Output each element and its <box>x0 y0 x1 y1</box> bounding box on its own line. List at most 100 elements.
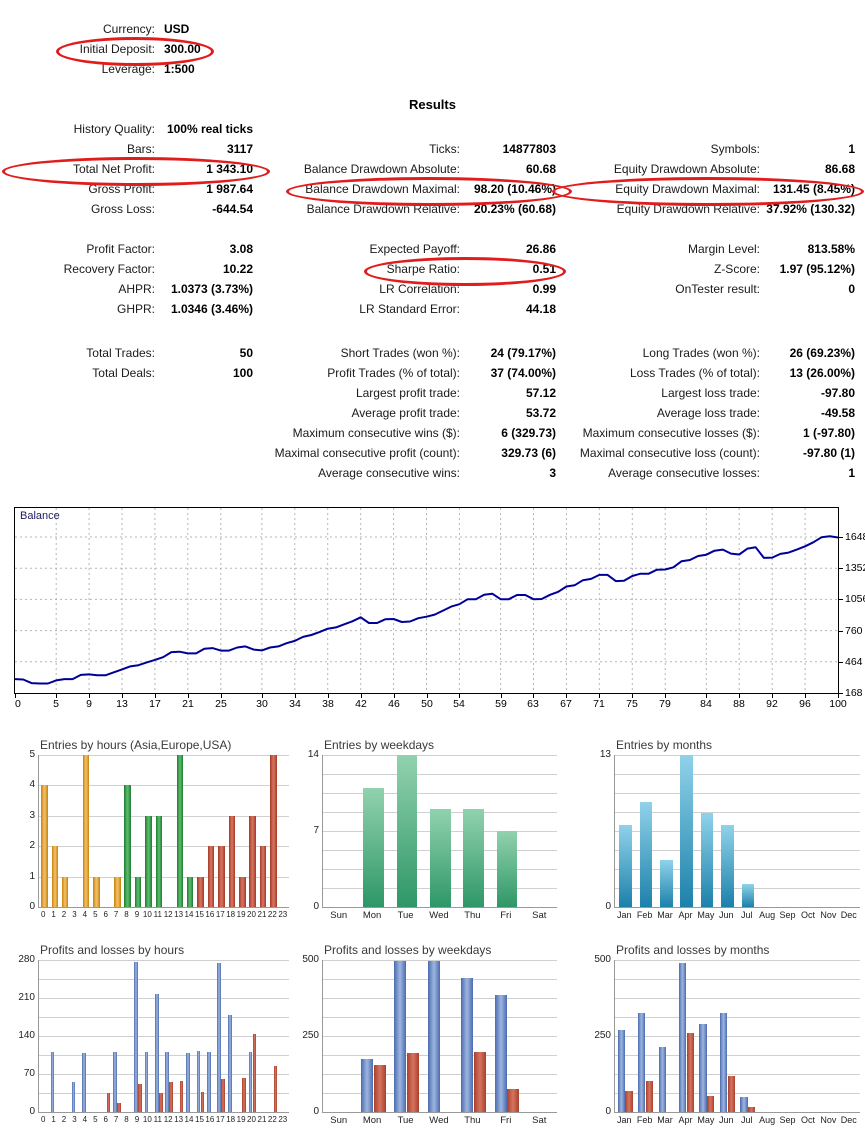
stat-value: 1 <box>848 142 855 156</box>
balance-line <box>14 508 839 693</box>
x-axis-tick: Fri <box>500 910 512 921</box>
x-axis-tick: 13 <box>174 1115 184 1124</box>
bar <box>50 1052 55 1112</box>
bar <box>242 1078 246 1112</box>
chart-pl-by-weekdays: Profits and losses by weekdays 0 250 500 Sun… <box>298 943 560 1137</box>
x-axis-tick: Mon <box>362 910 382 921</box>
balance-x-tick: 42 <box>355 698 367 710</box>
balance-x-tick: 84 <box>700 698 712 710</box>
x-axis-tick: 16 <box>205 910 215 919</box>
bar <box>740 1097 748 1112</box>
y-axis-tick: 0 <box>313 1106 319 1117</box>
x-axis-tick: Mon <box>362 1115 382 1126</box>
stat-label: Balance Drawdown Maximal: <box>305 182 460 196</box>
balance-x-tick: 38 <box>322 698 334 710</box>
bar <box>394 961 407 1112</box>
bar <box>430 809 451 907</box>
bar <box>273 1066 278 1112</box>
initial-deposit-label: Initial Deposit: <box>79 42 155 56</box>
stat-label: Total Net Profit: <box>72 162 155 176</box>
x-axis-tick: 8 <box>124 910 129 919</box>
chart-entries-by-months: Entries by months 0 13 Jan Feb Mar Apr May Jun Ju… <box>590 738 863 932</box>
x-axis-tick: 10 <box>142 910 152 919</box>
stat-label <box>0 463 155 483</box>
x-axis-tick: 12 <box>163 1115 173 1124</box>
currency-label: Currency: <box>102 22 155 36</box>
x-axis-tick: Feb <box>636 910 653 920</box>
stat-label: Balance Drawdown Relative: <box>306 202 460 216</box>
x-axis-tick: Mar <box>657 1115 673 1125</box>
y-axis-tick: 210 <box>18 992 35 1003</box>
stat-label: Profit Factor: <box>86 242 155 256</box>
x-axis-tick: Nov <box>820 910 837 920</box>
y-axis-tick: 140 <box>18 1030 35 1041</box>
x-axis-tick: Aug <box>759 910 776 920</box>
x-axis-tick: Jun <box>719 910 734 920</box>
bar <box>406 1053 419 1112</box>
balance-x-tick: 63 <box>527 698 539 710</box>
stat-label: Equity Drawdown Absolute: <box>613 162 760 176</box>
x-axis-tick: Feb <box>636 1115 653 1125</box>
stat-label: Maximum consecutive wins ($): <box>292 426 460 440</box>
stat-label <box>556 119 760 139</box>
account-info: Currency: USD Initial Deposit: 300.00 Le… <box>0 19 315 79</box>
y-axis-tick: 14 <box>307 749 319 760</box>
stat-value: -49.58 <box>820 406 855 420</box>
bar <box>221 1079 226 1112</box>
bar <box>134 877 142 907</box>
stat-label: Largest loss trade: <box>661 386 760 400</box>
bar <box>200 1092 205 1112</box>
stat-label: Average consecutive wins: <box>318 466 460 480</box>
chart-entries-by-hours: Entries by hours (Asia,Europe,USA) 0 1 2 3 4 5… <box>14 738 292 932</box>
stat-label: Largest profit trade: <box>355 386 460 400</box>
x-axis-tick: Dec <box>840 910 857 920</box>
x-axis-tick: 18 <box>226 1115 236 1124</box>
balance-x-tick: 100 <box>829 698 847 710</box>
stat-value: 1.97 (95.12%) <box>779 262 855 276</box>
stat-value: 24 (79.17%) <box>490 346 556 360</box>
bar <box>176 755 183 907</box>
stat-value: -97.80 (1) <box>802 446 855 460</box>
stat-label: LR Correlation: <box>379 282 460 296</box>
stat-value: 20.23% (60.68) <box>473 202 556 216</box>
stat-label: GHPR: <box>116 302 155 316</box>
bar <box>197 877 204 907</box>
bar <box>721 825 734 907</box>
y-axis-tick: 280 <box>18 954 35 965</box>
stat-value: 329.73 (6) <box>501 446 556 460</box>
leverage-value: 1:500 <box>164 62 195 76</box>
bar <box>699 1024 707 1112</box>
bar <box>658 1047 666 1112</box>
x-axis-tick: 8 <box>124 1115 129 1124</box>
y-axis-tick: 0 <box>605 1106 611 1117</box>
balance-chart: Balance168464760105613521648059131721253… <box>14 507 865 719</box>
bar <box>218 846 225 907</box>
y-axis-tick: 250 <box>302 1030 319 1041</box>
bar <box>207 1052 211 1112</box>
currency-value: USD <box>164 22 190 36</box>
stat-label: Equity Drawdown Maximal: <box>615 182 760 196</box>
x-axis-tick: May <box>697 910 715 920</box>
bar <box>659 860 673 907</box>
x-axis-tick: 3 <box>72 1115 77 1124</box>
balance-x-tick: 25 <box>215 698 227 710</box>
bar <box>51 846 58 907</box>
stat-label: AHPR: <box>118 282 155 296</box>
bar <box>41 785 48 907</box>
bar <box>473 1052 486 1112</box>
balance-y-tick: 464 <box>845 656 863 668</box>
x-axis-tick: Sun <box>330 1115 348 1126</box>
x-axis-tick: 16 <box>205 1115 215 1124</box>
bar <box>741 884 755 907</box>
x-axis-tick: 10 <box>142 1115 152 1124</box>
y-axis-tick: 7 <box>313 825 319 836</box>
bar <box>228 816 236 907</box>
balance-y-tick: 1648 <box>845 531 865 543</box>
stat-label: Margin Level: <box>687 242 760 256</box>
balance-x-tick: 96 <box>799 698 811 710</box>
bar <box>227 1015 232 1112</box>
initial-deposit-value: 300.00 <box>164 42 201 56</box>
bar <box>747 1107 756 1112</box>
chart-title: Profits and losses by hours <box>40 943 185 957</box>
stat-label: Ticks: <box>429 142 460 156</box>
